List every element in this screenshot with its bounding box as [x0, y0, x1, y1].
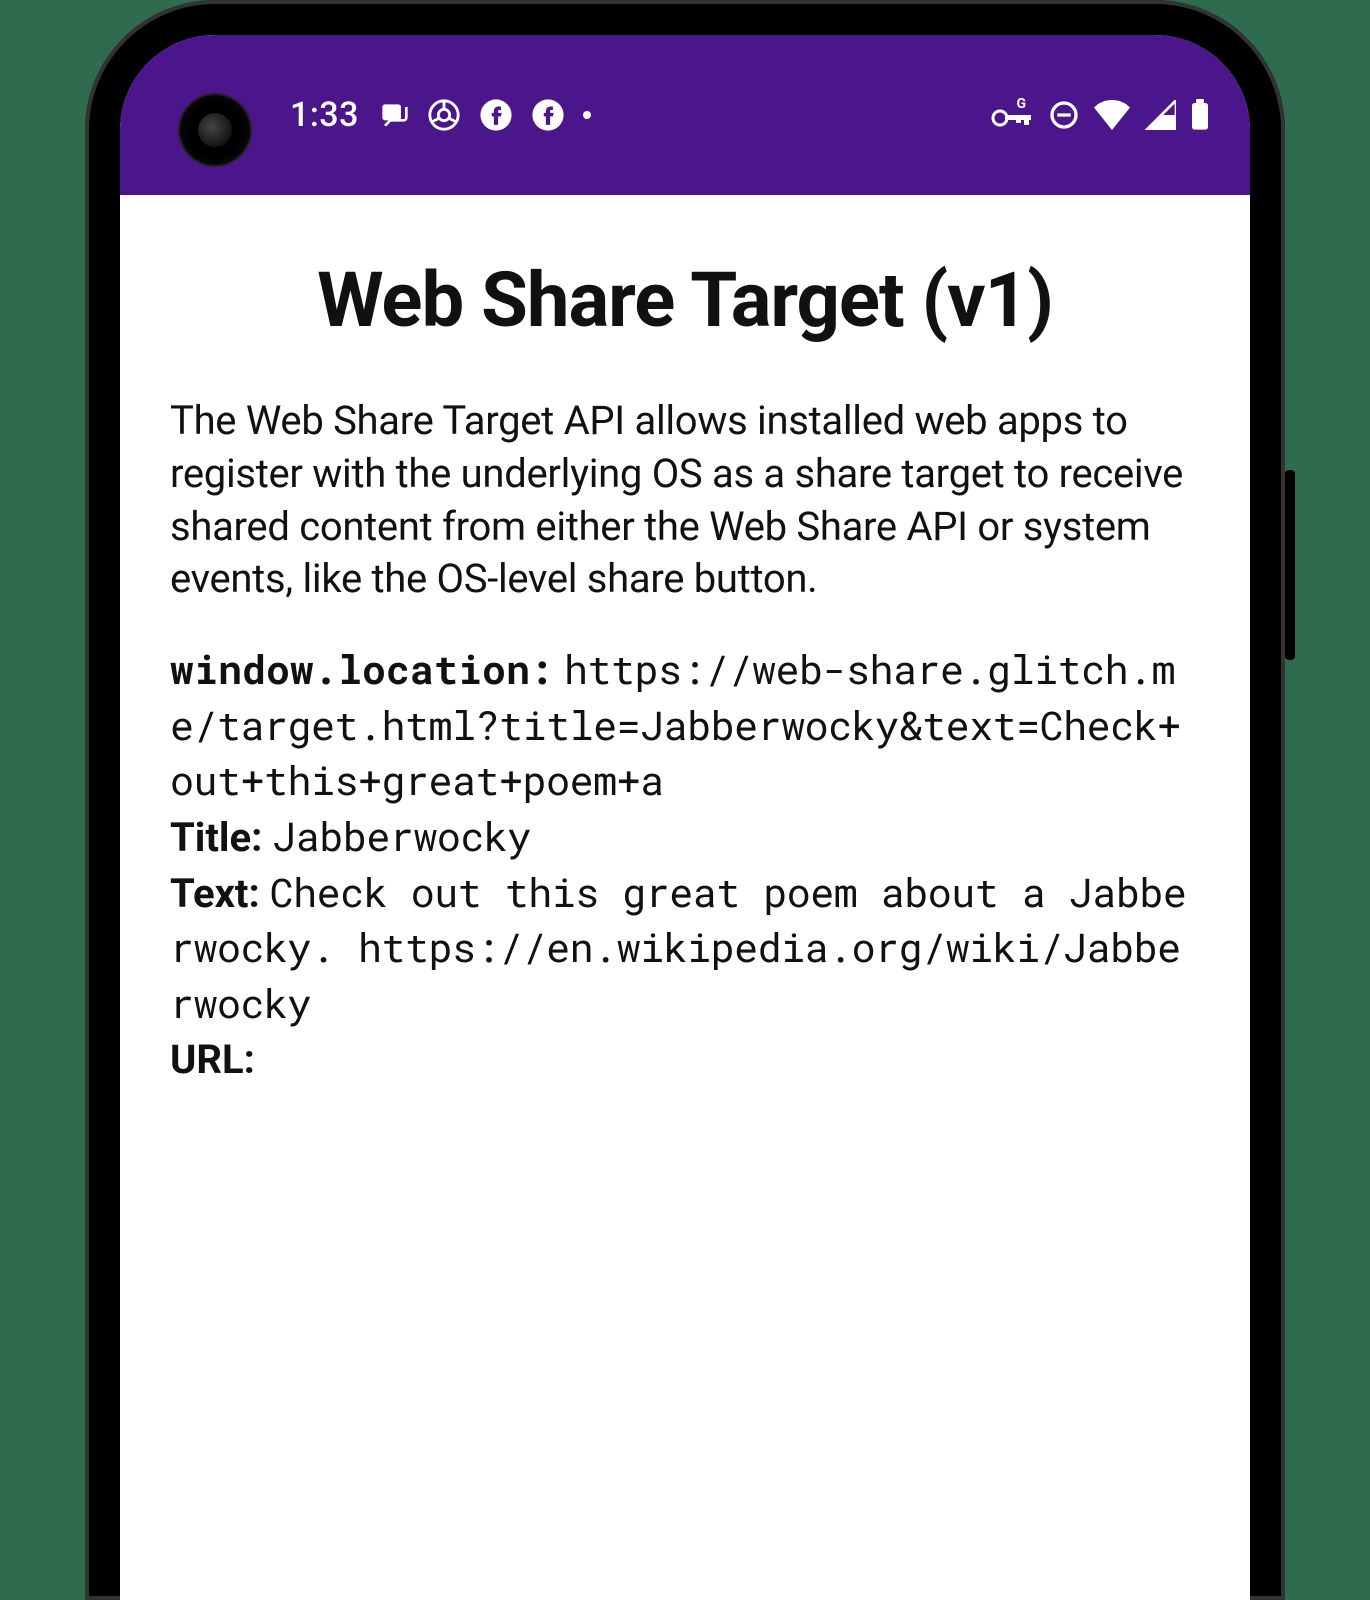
more-notifications-dot: [583, 111, 591, 119]
facebook-icon: [479, 98, 513, 132]
status-bar-right: G: [990, 99, 1210, 131]
page-title: Web Share Target (v1): [170, 255, 1200, 345]
page-content: Web Share Target (v1) The Web Share Targ…: [120, 195, 1250, 1087]
vpn-key-badge: G: [1016, 96, 1026, 112]
facebook-icon: [531, 98, 565, 132]
do-not-disturb-icon: [1048, 99, 1080, 131]
status-clock: 1:33: [290, 95, 359, 135]
chrome-icon: [427, 98, 461, 132]
url-row: URL:: [170, 1031, 1200, 1087]
title-row: Title: Jabberwocky: [170, 809, 1200, 865]
battery-icon: [1190, 99, 1210, 131]
status-bar-left: 1:33: [290, 95, 591, 135]
title-value: Jabberwocky: [272, 809, 531, 862]
location-label: window.location:: [170, 642, 554, 695]
text-label: Text:: [170, 870, 260, 917]
url-label: URL:: [170, 1036, 255, 1083]
phone-screen: 1:33 G: [120, 35, 1250, 1600]
front-camera: [180, 95, 250, 165]
text-row: Text: Check out this great poem about a …: [170, 865, 1200, 1032]
cell-signal-icon: [1144, 100, 1176, 130]
phone-frame: 1:33 G: [85, 0, 1285, 1600]
title-label: Title:: [170, 814, 262, 861]
status-bar: 1:33 G: [120, 35, 1250, 195]
text-value: Check out this great poem about a Jabber…: [170, 865, 1186, 1029]
wifi-icon: [1094, 100, 1130, 130]
messages-icon: [377, 99, 409, 131]
page-description: The Web Share Target API allows installe…: [170, 395, 1200, 606]
location-row: window.location: https://web-share.glitc…: [170, 642, 1200, 809]
vpn-key-icon: G: [990, 100, 1034, 130]
phone-side-button: [1285, 470, 1295, 660]
